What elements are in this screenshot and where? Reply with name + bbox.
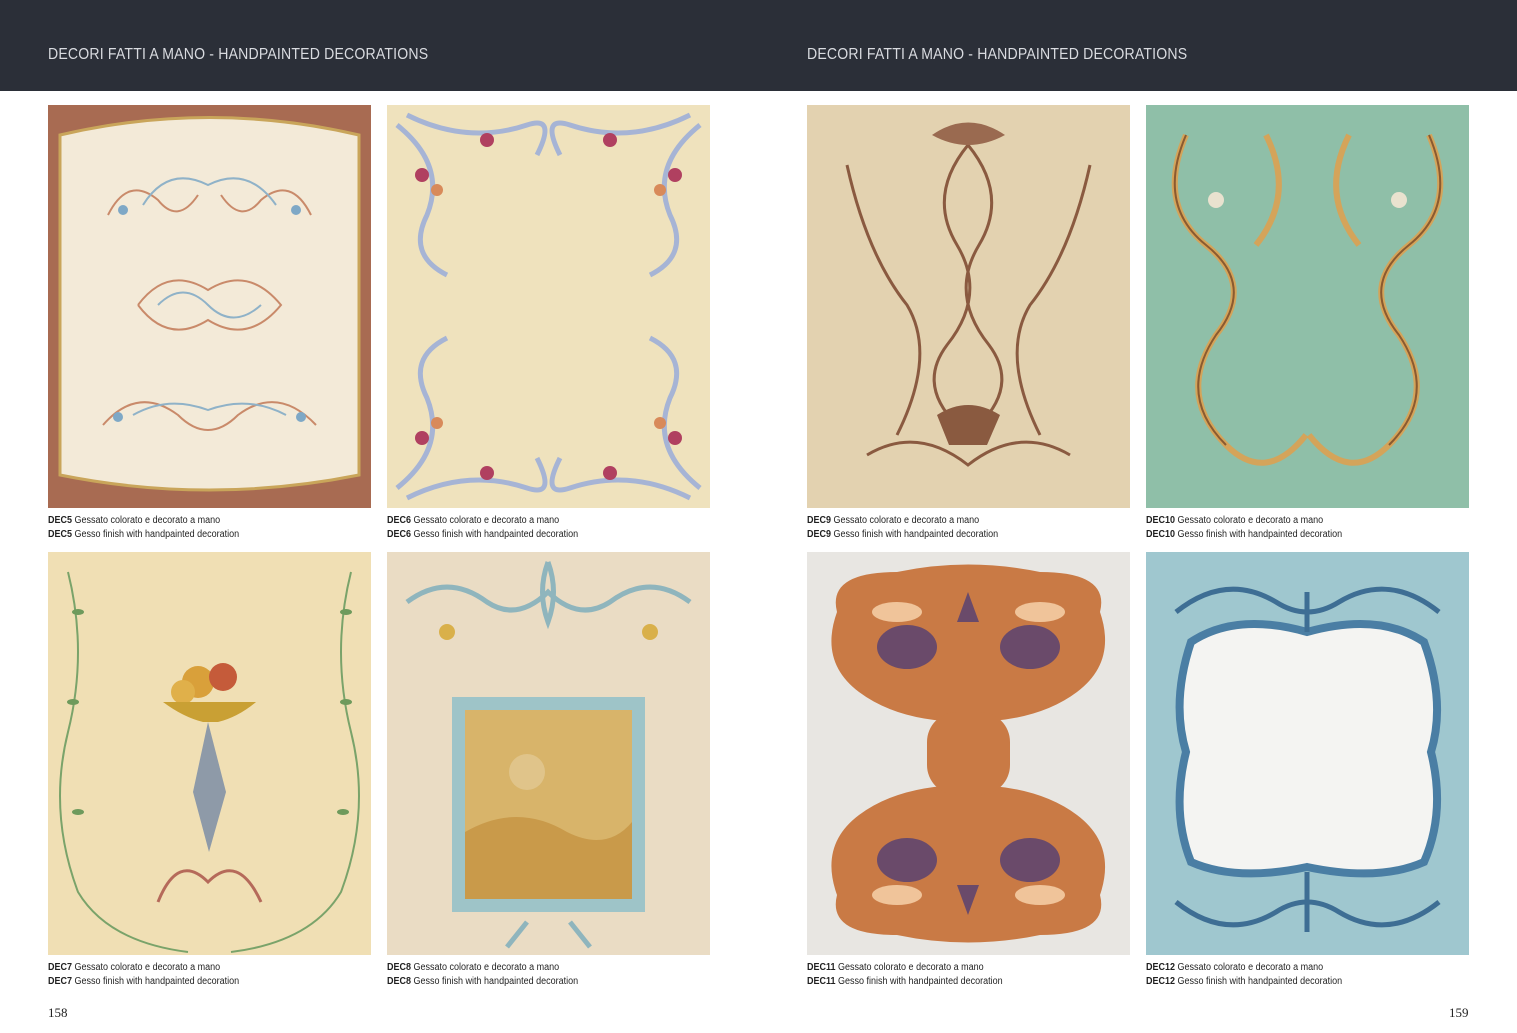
decoration-image-dec10	[1146, 105, 1469, 508]
decoration-image-dec5	[48, 105, 371, 508]
caption-dec10: DEC10 Gessato colorato e decorato a mano…	[1146, 515, 1343, 540]
caption-dec12: DEC12 Gessato colorato e decorato a mano…	[1146, 962, 1343, 987]
header-bar: DECORI FATTI A MANO - HANDPAINTED DECORA…	[0, 0, 1517, 91]
caption-dec11: DEC11 Gessato colorato e decorato a mano…	[807, 962, 1003, 987]
caption-dec9: DEC9 Gessato colorato e decorato a mano …	[807, 515, 999, 540]
decoration-image-dec8	[387, 552, 710, 955]
caption-dec5: DEC5 Gessato colorato e decorato a mano …	[48, 515, 240, 540]
decoration-image-dec9	[807, 105, 1130, 508]
decoration-image-dec7	[48, 552, 371, 955]
caption-dec6: DEC6 Gessato colorato e decorato a mano …	[387, 515, 579, 540]
caption-dec8: DEC8 Gessato colorato e decorato a mano …	[387, 962, 579, 987]
decoration-image-dec12	[1146, 552, 1469, 955]
decoration-image-dec11	[807, 552, 1130, 955]
right-page-title: DECORI FATTI A MANO - HANDPAINTED DECORA…	[807, 46, 1188, 63]
page-number-left: 158	[48, 1005, 68, 1020]
left-page-title: DECORI FATTI A MANO - HANDPAINTED DECORA…	[48, 46, 429, 63]
caption-dec7: DEC7 Gessato colorato e decorato a mano …	[48, 962, 240, 987]
decoration-image-dec6	[387, 105, 710, 508]
page-number-right: 159	[1449, 1005, 1469, 1020]
